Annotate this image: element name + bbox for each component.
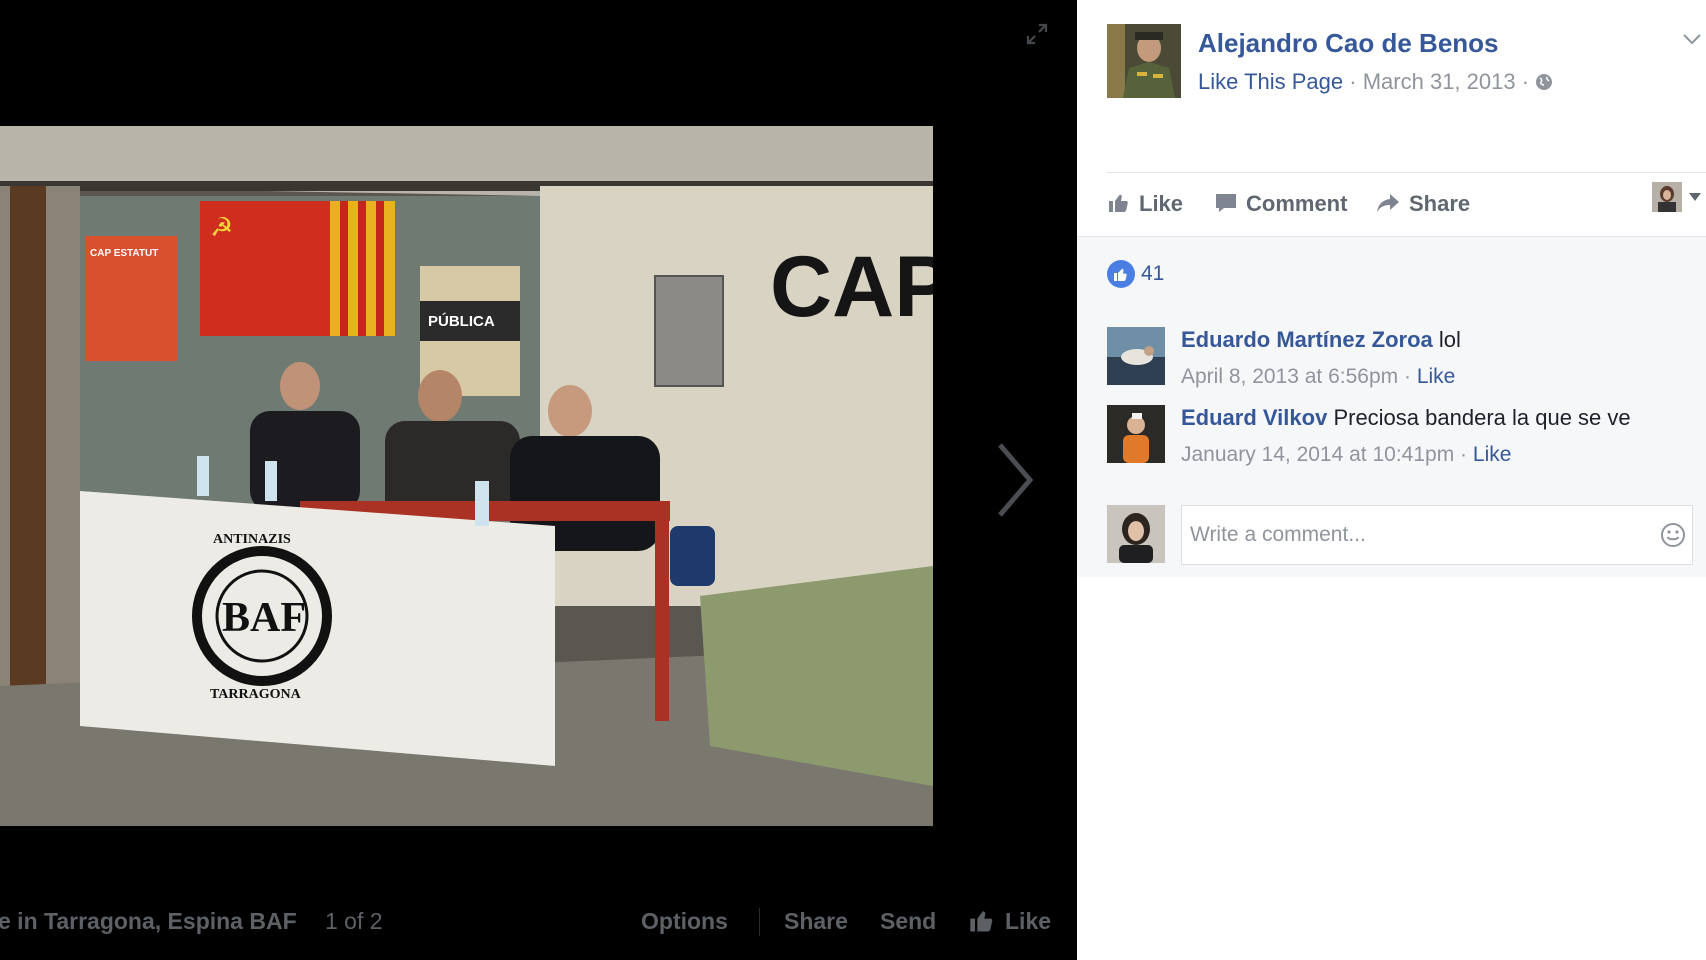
like-page-link[interactable]: Like This Page xyxy=(1198,69,1343,94)
comment-box xyxy=(1181,505,1693,565)
wall-text: CAPIT xyxy=(770,239,933,335)
poster-text-1: CAP ESTATUT xyxy=(90,248,158,259)
post-meta: Like This Page · March 31, 2013 · xyxy=(1198,69,1553,95)
commenter-avatar[interactable] xyxy=(1107,405,1165,463)
thumbs-up-icon xyxy=(970,911,993,932)
comments-area: 41 Eduardo Martínez Zoroa lol April 8, 2… xyxy=(1077,236,1706,577)
comment-text: Preciosa bandera la que se ve xyxy=(1333,405,1631,430)
like-button[interactable]: Like xyxy=(1005,908,1051,935)
comment-meta: April 8, 2013 at 6:56pm · Like xyxy=(1181,365,1455,389)
photo-counter: 1 of 2 xyxy=(325,908,383,934)
post-date[interactable]: March 31, 2013 xyxy=(1363,69,1516,94)
my-avatar[interactable] xyxy=(1107,505,1165,563)
commenter-name[interactable]: Eduardo Martínez Zoroa xyxy=(1181,327,1433,352)
like-reaction-icon xyxy=(1107,260,1135,288)
svg-text:☭: ☭ xyxy=(210,213,233,243)
expand-icon[interactable] xyxy=(1025,22,1049,46)
write-comment-row xyxy=(1107,503,1706,567)
comment-like-link[interactable]: Like xyxy=(1473,443,1512,466)
comment-time[interactable]: April 8, 2013 at 6:56pm xyxy=(1181,365,1398,388)
photo-image: ☭ CAP ESTATUT PÚBLICA CAPIT B xyxy=(0,126,933,826)
comment-text: lol xyxy=(1438,327,1461,352)
globe-icon xyxy=(1536,74,1553,90)
commenter-name[interactable]: Eduard Vilkov xyxy=(1181,405,1327,430)
page-avatar[interactable] xyxy=(1107,24,1181,98)
banner-top: ANTINAZIS xyxy=(213,532,291,547)
banner-bottom: TARRAGONA xyxy=(210,687,302,702)
comment-time[interactable]: January 14, 2014 at 10:41pm xyxy=(1181,443,1454,466)
meta-separator-2: · xyxy=(1521,69,1530,94)
photo-bottom-bar: e in Tarragona, Espina BAF 1 of 2 Option… xyxy=(0,900,1077,945)
comment-action[interactable]: Comment xyxy=(1214,191,1347,217)
reactions-row[interactable]: 41 xyxy=(1107,260,1164,288)
chevron-down-icon[interactable] xyxy=(1682,32,1702,46)
meta-separator: · xyxy=(1349,69,1357,94)
share-action[interactable]: Share xyxy=(1375,191,1470,217)
comment-meta: January 14, 2014 at 10:41pm · Like xyxy=(1181,443,1511,467)
comment-input[interactable] xyxy=(1188,506,1632,564)
meta-separator: · xyxy=(1460,443,1468,466)
emoji-icon[interactable] xyxy=(1660,522,1686,548)
like-action-label: Like xyxy=(1139,191,1184,216)
share-button[interactable]: Share xyxy=(784,908,848,935)
post-actions: Like Comment Share xyxy=(1107,185,1687,225)
photo-viewer: ☭ CAP ESTATUT PÚBLICA CAPIT B xyxy=(0,0,1077,960)
comment-like-link[interactable]: Like xyxy=(1417,365,1456,388)
comment-icon xyxy=(1216,194,1236,212)
thumbs-up-icon xyxy=(1109,194,1128,212)
like-action[interactable]: Like xyxy=(1107,191,1183,217)
page-name[interactable]: Alejandro Cao de Benos xyxy=(1198,28,1499,59)
comment-text-row: Eduardo Martínez Zoroa lol xyxy=(1181,327,1461,353)
options-button[interactable]: Options xyxy=(641,908,728,935)
divider xyxy=(1107,172,1706,173)
banner-mid: BAF xyxy=(222,595,306,641)
comment-text-row: Eduard Vilkov Preciosa bandera la que se… xyxy=(1181,405,1631,431)
commenter-avatar[interactable] xyxy=(1107,327,1165,385)
photo[interactable]: ☭ CAP ESTATUT PÚBLICA CAPIT B xyxy=(0,126,933,826)
send-button[interactable]: Send xyxy=(880,908,936,935)
share-action-label: Share xyxy=(1409,191,1471,216)
like-count: 41 xyxy=(1141,262,1165,285)
post-panel: Alejandro Cao de Benos Like This Page · … xyxy=(1077,0,1706,960)
poster-text-2: PÚBLICA xyxy=(428,312,495,330)
share-icon xyxy=(1377,194,1399,212)
photo-caption[interactable]: e in Tarragona, Espina BAF xyxy=(0,908,297,935)
meta-separator: · xyxy=(1403,365,1411,388)
viewer-avatar[interactable] xyxy=(1652,182,1682,212)
comment-action-label: Comment xyxy=(1246,191,1348,216)
caret-down-icon[interactable] xyxy=(1689,193,1701,201)
next-arrow-icon[interactable] xyxy=(990,440,1040,520)
bottom-bar-divider xyxy=(759,908,760,936)
